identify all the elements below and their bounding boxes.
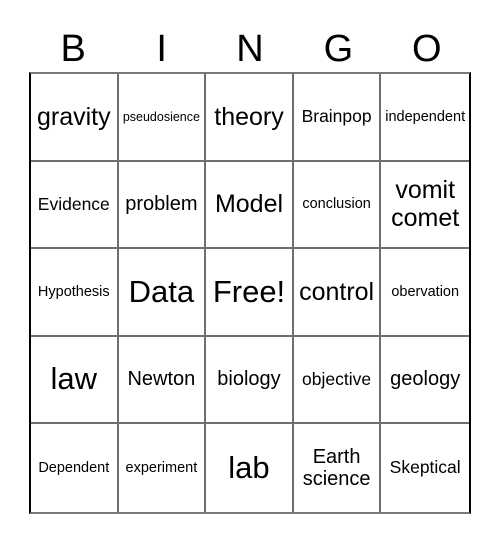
bingo-grid: gravity pseudosience theory Brainpop ind… (29, 72, 471, 514)
header-letter-n: N (236, 28, 264, 70)
bingo-cell[interactable]: problem (118, 161, 207, 250)
bingo-cell[interactable]: experiment (119, 424, 207, 512)
bingo-cell[interactable]: theory (206, 74, 294, 162)
bingo-cell[interactable]: Data (118, 249, 207, 337)
bingo-cell[interactable]: independent (381, 74, 469, 162)
bingo-cell[interactable]: Brainpop (293, 74, 382, 162)
header-letter-i: I (156, 28, 167, 70)
bingo-cell[interactable]: Model (206, 161, 294, 250)
bingo-cell[interactable]: conclusion (293, 161, 382, 250)
bingo-cell[interactable]: pseudosience (118, 74, 207, 162)
bingo-cell[interactable]: law (31, 336, 119, 425)
bingo-cell[interactable]: lab (206, 424, 294, 512)
bingo-cell[interactable]: obervation (381, 249, 469, 337)
bingo-cell[interactable]: geology (381, 337, 469, 425)
header-letter-b: B (60, 28, 86, 70)
bingo-cell[interactable]: Hypothesis (31, 249, 119, 337)
bingo-cell[interactable]: control (293, 249, 382, 337)
bingo-cell[interactable]: Skeptical (381, 424, 469, 512)
header-letter-g: G (323, 28, 354, 70)
bingo-cell[interactable]: Newton (118, 336, 207, 425)
bingo-cell[interactable]: Dependent (31, 424, 119, 512)
bingo-cell[interactable]: biology (206, 336, 294, 425)
bingo-cell[interactable]: gravity (31, 74, 119, 162)
header-letter-o: O (412, 28, 442, 70)
bingo-cell[interactable]: Evidence (31, 161, 119, 250)
bingo-cell[interactable]: objective (293, 336, 382, 425)
bingo-cell[interactable]: Earth science (294, 424, 382, 512)
bingo-cell[interactable]: vomit comet (381, 162, 469, 250)
bingo-card: B I N G O gravity pseudosience theory Br… (0, 0, 500, 544)
free-space-cell[interactable]: Free! (206, 249, 294, 337)
bingo-header: B I N G O (29, 26, 471, 72)
